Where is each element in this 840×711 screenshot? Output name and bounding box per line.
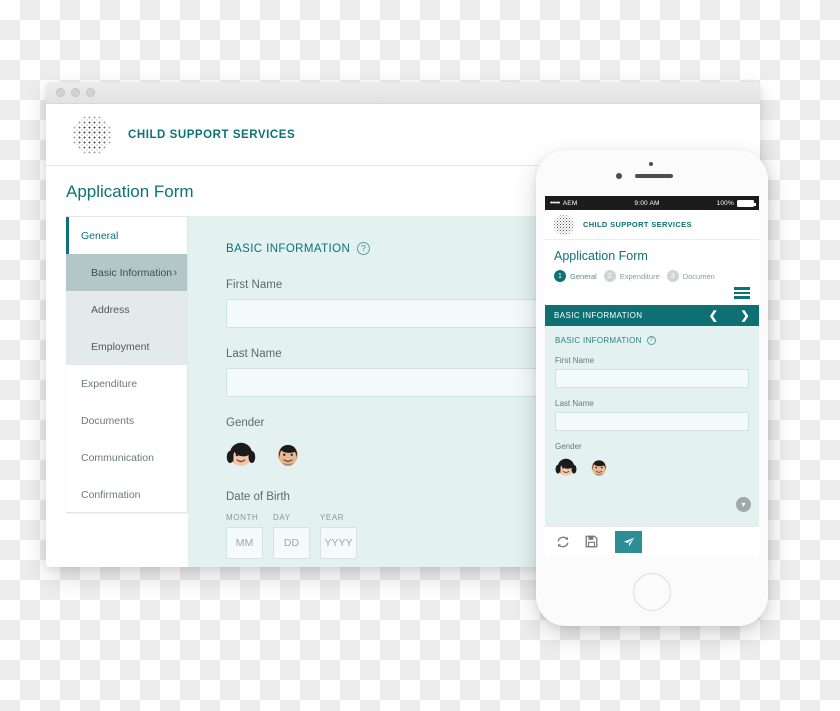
dob-year-cell: YEAR YYYY <box>320 513 357 559</box>
signal-dots-icon: ••••• <box>550 199 560 207</box>
stepper-step-documents[interactable]: 3 Documen <box>666 270 715 282</box>
phone-section-bar: BASIC INFORMATION ❮ ❯ <box>545 304 759 326</box>
dob-day-input[interactable]: DD <box>273 527 310 559</box>
hamburger-menu-icon[interactable] <box>545 282 759 305</box>
sidebar-item-confirmation[interactable]: Confirmation <box>66 476 187 513</box>
female-avatar-icon[interactable] <box>226 439 256 469</box>
dob-day-cell: DAY DD <box>273 513 310 559</box>
status-bar-left: ••••• AEM <box>550 200 577 207</box>
stepper-label: Expenditure <box>619 271 660 281</box>
brand-name: CHILD SUPPORT SERVICES <box>128 128 296 141</box>
dob-year-caption: YEAR <box>320 513 345 522</box>
phone-page-title: Application Form <box>554 249 648 263</box>
screenshot-stage: CHILD SUPPORT SERVICES Application Form … <box>0 0 840 711</box>
sidebar-item-label: Employment <box>91 340 150 353</box>
sidebar-item-communication[interactable]: Communication <box>66 439 187 476</box>
sidebar-item-general[interactable]: General <box>66 217 187 254</box>
status-bar-right: 100% <box>716 199 756 207</box>
help-icon[interactable]: ? <box>646 335 656 345</box>
stepper-label: General <box>570 271 597 281</box>
minimize-dot[interactable] <box>71 88 80 97</box>
section-bar-title: BASIC INFORMATION <box>554 310 643 320</box>
form-section-title: BASIC INFORMATION <box>226 242 351 255</box>
phone-form-section-title: BASIC INFORMATION <box>555 335 642 345</box>
zoom-dot[interactable] <box>86 88 95 97</box>
phone-form-section-header: BASIC INFORMATION ? <box>555 335 749 345</box>
sidebar-item-address[interactable]: Address <box>66 291 187 328</box>
sidebar-item-label: Communication <box>81 451 154 464</box>
chevron-right-icon: › <box>173 266 177 279</box>
phone-app-header: CHILD SUPPORT SERVICES <box>545 210 759 240</box>
hamburger-line <box>734 296 750 299</box>
phone-top-bezel <box>536 150 768 196</box>
sidebar-item-label: Confirmation <box>81 488 141 501</box>
front-camera-icon <box>616 173 622 179</box>
stepper-step-general[interactable]: 1 General <box>554 270 597 282</box>
chevron-left-icon[interactable]: ❮ <box>709 309 719 322</box>
sidebar-item-label: Documents <box>81 414 135 427</box>
carrier-label: AEM <box>562 199 578 207</box>
home-button[interactable] <box>633 572 671 611</box>
chevron-right-icon[interactable]: ❯ <box>740 309 750 322</box>
phone-first-name-input[interactable] <box>555 368 749 388</box>
close-dot[interactable] <box>56 88 65 97</box>
phone-status-bar: ••••• AEM 9:00 AM 100% <box>545 196 759 210</box>
dob-month-input[interactable]: MM <box>226 527 263 559</box>
help-icon[interactable]: ? <box>357 242 371 255</box>
dotted-circle-logo-icon <box>553 213 575 236</box>
phone-gender-options <box>555 456 749 478</box>
battery-full-icon <box>736 199 756 207</box>
refresh-button[interactable] <box>555 534 571 550</box>
proximity-sensor-icon <box>649 162 653 166</box>
sidebar-item-label: General <box>81 229 119 242</box>
phone-first-name-label: First Name <box>555 355 595 365</box>
sidebar-item-label: Address <box>91 303 130 316</box>
stepper-number: 2 <box>603 270 616 282</box>
brand-name: CHILD SUPPORT SERVICES <box>583 220 692 229</box>
dotted-circle-logo-icon <box>72 114 112 155</box>
stepper-step-expenditure[interactable]: 2 Expenditure <box>603 270 660 282</box>
dob-month-cell: MONTH MM <box>226 513 263 559</box>
stepper-number: 1 <box>554 270 566 282</box>
status-bar-time: 9:00 AM <box>634 199 660 207</box>
sidebar-item-expenditure[interactable]: Expenditure <box>66 365 187 402</box>
battery-percent-label: 100% <box>716 199 734 207</box>
phone-screen: ••••• AEM 9:00 AM 100% CHILD SUPPORT SER… <box>545 196 759 557</box>
phone-last-name-input[interactable] <box>555 411 749 431</box>
chevron-down-icon[interactable]: ▾ <box>736 496 751 512</box>
stepper-label: Documen <box>682 271 715 281</box>
phone-toolbar <box>545 525 759 557</box>
hamburger-line <box>734 287 750 290</box>
male-avatar-icon[interactable] <box>588 456 610 478</box>
phone-bottom-bezel <box>536 557 768 626</box>
sidebar-nav: General Basic Information › Address Empl… <box>66 216 188 513</box>
window-titlebar <box>46 82 760 104</box>
submit-button[interactable] <box>615 530 642 553</box>
male-avatar-icon[interactable] <box>273 439 303 469</box>
dob-year-input[interactable]: YYYY <box>320 527 357 559</box>
earpiece-speaker-icon <box>635 174 673 178</box>
phone-gender-label: Gender <box>555 441 582 451</box>
section-nav-arrows: ❮ ❯ <box>709 309 750 322</box>
phone-form-panel: BASIC INFORMATION ? First Name Last Name… <box>545 325 759 526</box>
phone-last-name-label: Last Name <box>555 398 594 408</box>
sidebar-item-basic-information[interactable]: Basic Information › <box>66 254 187 291</box>
sidebar-item-label: Basic Information <box>91 266 173 279</box>
sidebar-item-label: Expenditure <box>81 377 138 390</box>
dob-day-caption: DAY <box>273 513 291 522</box>
phone-stepper: 1 General 2 Expenditure 3 Documen <box>545 270 759 282</box>
dob-month-caption: MONTH <box>226 513 259 522</box>
sidebar-item-employment[interactable]: Employment <box>66 328 187 365</box>
hamburger-line <box>734 291 750 294</box>
save-button[interactable] <box>583 534 599 550</box>
stepper-number: 3 <box>666 270 679 282</box>
female-avatar-icon[interactable] <box>555 456 577 478</box>
phone-mockup: ••••• AEM 9:00 AM 100% CHILD SUPPORT SER… <box>536 150 768 626</box>
sidebar-item-documents[interactable]: Documents <box>66 402 187 439</box>
